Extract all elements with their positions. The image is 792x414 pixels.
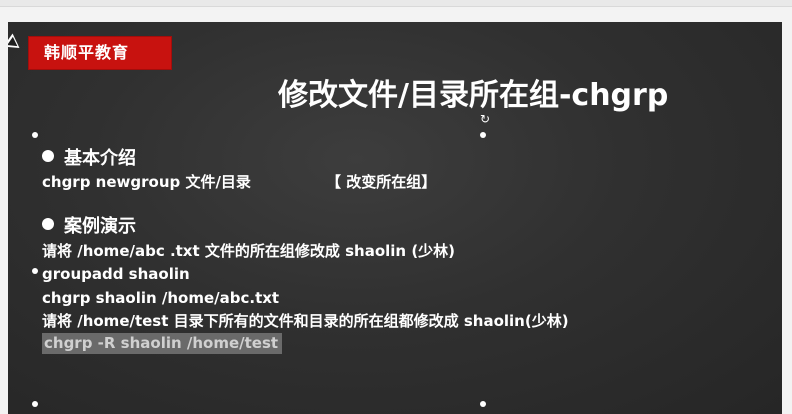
window-top-strip bbox=[0, 0, 792, 7]
section-heading-label: 案例演示 bbox=[64, 216, 136, 237]
rotate-handle-icon[interactable]: ↻ bbox=[478, 112, 492, 126]
example-line: chgrp shaolin /home/abc.txt bbox=[42, 289, 280, 307]
selection-handle-icon[interactable] bbox=[32, 268, 38, 274]
section-heading-basic: 基本介绍 bbox=[42, 148, 136, 170]
selection-handle-icon[interactable] bbox=[32, 401, 38, 407]
brand-banner: 韩顺平教育 bbox=[28, 36, 172, 70]
brand-label: 韩顺平教育 bbox=[44, 43, 130, 62]
section-heading-examples: 案例演示 bbox=[42, 216, 136, 238]
screen: 韩顺平教育 修改文件/目录所在组-chgrp ↻ 基本介绍 chgrp newg… bbox=[0, 0, 792, 414]
slide-title[interactable]: 修改文件/目录所在组-chgrp bbox=[278, 78, 668, 114]
example-line-highlighted: chgrp -R shaolin /home/test bbox=[42, 333, 283, 354]
example-line: 请将 /home/test 目录下所有的文件和目录的所在组都修改成 shaoli… bbox=[42, 312, 569, 330]
highlighted-command: chgrp -R shaolin /home/test bbox=[42, 333, 283, 354]
syntax-line: chgrp newgroup 文件/目录 bbox=[42, 173, 251, 191]
bullet-icon bbox=[42, 218, 54, 230]
example-line: 请将 /home/abc .txt 文件的所在组修改成 shaolin (少林) bbox=[42, 242, 456, 260]
example-line: groupadd shaolin bbox=[42, 265, 190, 283]
bullet-icon bbox=[42, 150, 54, 162]
selection-handle-icon[interactable] bbox=[32, 132, 38, 138]
selection-handle-icon[interactable] bbox=[480, 401, 486, 407]
slide-canvas[interactable]: 韩顺平教育 修改文件/目录所在组-chgrp ↻ 基本介绍 chgrp newg… bbox=[8, 22, 782, 414]
syntax-note: 【 改变所在组】 bbox=[326, 173, 437, 191]
selection-handle-icon[interactable] bbox=[480, 132, 486, 138]
section-heading-label: 基本介绍 bbox=[64, 148, 136, 169]
